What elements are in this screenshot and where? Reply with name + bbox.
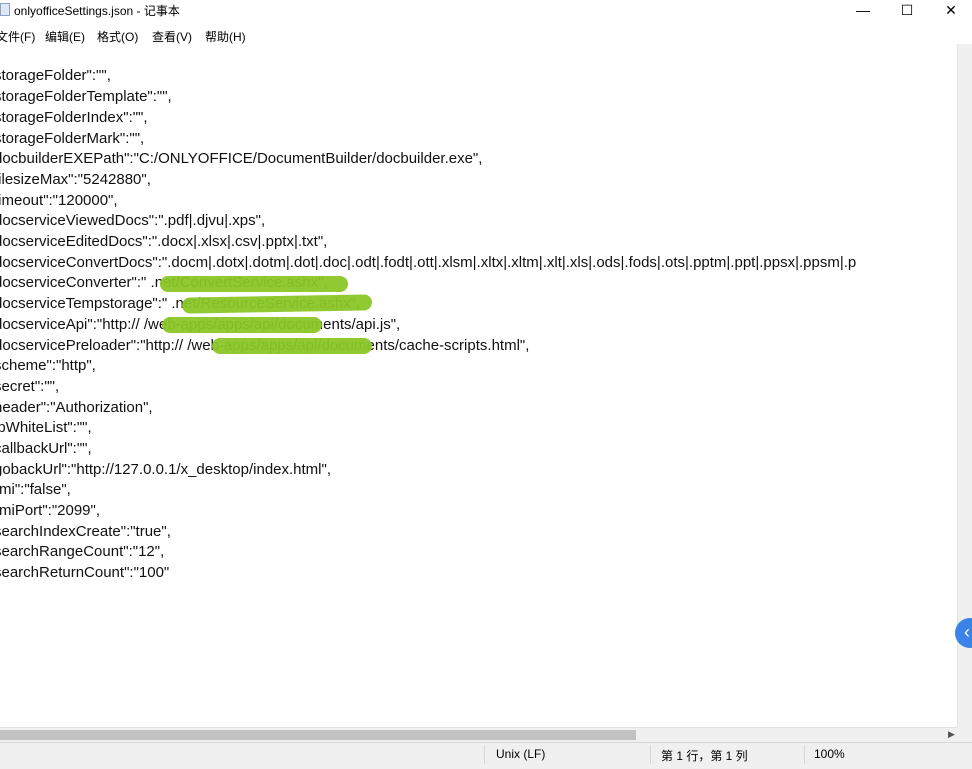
menu-edit[interactable]: 编辑(E)	[45, 28, 85, 45]
status-divider	[804, 745, 805, 764]
menu-help[interactable]: 帮助(H)	[205, 28, 246, 45]
text-editor[interactable]: storageFolder":"", storageFolderTemplate…	[0, 44, 957, 727]
text-line: secret":"",	[0, 378, 60, 395]
maximize-button[interactable]: ☐	[884, 0, 930, 22]
redaction-mark	[181, 294, 373, 314]
text-line: storageFolder":"",	[0, 67, 111, 84]
status-zoom: 100%	[814, 747, 845, 761]
text-line: callbackUrl":"",	[0, 440, 92, 457]
text-line: storageFolderIndex":"",	[0, 109, 148, 126]
text-line: storageFolderTemplate":"",	[0, 88, 172, 105]
text-line: storageFolderMark":"",	[0, 130, 145, 147]
scroll-corner	[957, 727, 972, 742]
text-line: header":"Authorization",	[0, 399, 153, 416]
text-line: docserviceViewedDocs":".pdf|.djvu|.xps",	[0, 212, 266, 229]
menu-view[interactable]: 查看(V)	[152, 28, 192, 45]
window-title: onlyofficeSettings.json - 记事本	[14, 4, 180, 18]
scroll-right-arrow-icon[interactable]: ▶	[948, 729, 955, 740]
notepad-icon	[0, 3, 10, 16]
status-cursor-position: 第 1 行，第 1 列	[661, 749, 748, 763]
menu-format[interactable]: 格式(O)	[97, 28, 138, 45]
horizontal-scroll-thumb[interactable]	[0, 730, 636, 740]
title-bar: onlyofficeSettings.json - 记事本 — ☐ ✕	[0, 0, 972, 22]
text-line: filesizeMax":"5242880",	[0, 171, 151, 188]
text-line: docserviceEditedDocs":".docx|.xlsx|.csv|…	[0, 233, 328, 250]
text-line: docserviceConvertDocs":".docm|.dotx|.dot…	[0, 254, 857, 271]
menu-bar: 文件(F) 编辑(E) 格式(O) 查看(V) 帮助(H)	[0, 24, 972, 46]
text-line: rmiPort":"2099",	[0, 502, 101, 519]
status-divider	[650, 745, 651, 764]
text-line: rmi":"false",	[0, 481, 71, 498]
status-line-ending: Unix (LF)	[496, 747, 546, 761]
redaction-mark	[160, 276, 348, 292]
text-line: gobackUrl":"http://127.0.0.1/x_desktop/i…	[0, 461, 331, 478]
redaction-mark	[162, 317, 322, 333]
text-line: timeout":"120000",	[0, 192, 118, 209]
text-line: docbuilderEXEPath":"C:/ONLYOFFICE/Docume…	[0, 150, 483, 167]
text-line: searchReturnCount":"100"	[0, 564, 170, 581]
text-line: searchIndexCreate":"true",	[0, 523, 171, 540]
redaction-mark	[212, 338, 372, 354]
text-line: scheme":"http",	[0, 357, 96, 374]
text-line: searchRangeCount":"12",	[0, 543, 165, 560]
minimize-button[interactable]: —	[840, 0, 886, 22]
text-line: ipWhiteList":"",	[0, 419, 92, 436]
close-button[interactable]: ✕	[928, 0, 972, 22]
status-divider	[484, 745, 485, 764]
menu-file[interactable]: 文件(F)	[0, 28, 35, 45]
